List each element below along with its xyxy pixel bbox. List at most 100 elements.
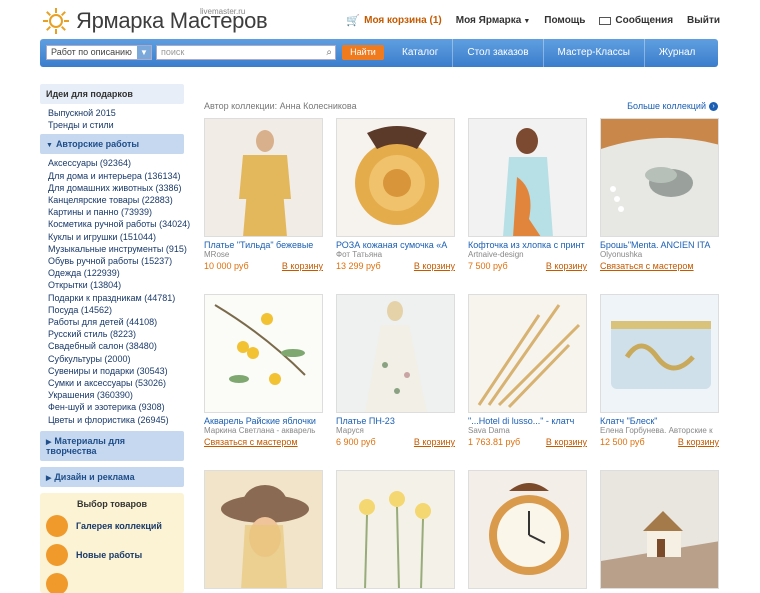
author-works-header[interactable]: ▼ Авторские работы: [40, 134, 184, 155]
more-collections-link[interactable]: Больше коллекций ›: [627, 101, 718, 111]
product-title[interactable]: Акварель Райские яблочки: [204, 416, 323, 426]
seller-name[interactable]: Фот Татьяна: [336, 250, 455, 259]
sidebar-category-item[interactable]: Куклы и игрушки (151044): [48, 231, 176, 243]
sidebar-category-item[interactable]: Работы для детей (44108): [48, 316, 176, 328]
triangle-right-icon: ▶: [46, 474, 52, 482]
product-image[interactable]: [336, 294, 455, 413]
chevron-down-icon: ▼: [137, 46, 151, 59]
contact-master-link[interactable]: Связаться с мастером: [600, 261, 694, 271]
product-image[interactable]: [600, 470, 719, 589]
product-card[interactable]: "...Hotel di lusso..." - клатч Sava Dama 1…: [468, 294, 587, 447]
sidebar-category-item[interactable]: Посуда (14562): [48, 304, 176, 316]
product-title[interactable]: Клатч "Блеск": [600, 416, 719, 426]
design-header[interactable]: ▶ Дизайн и реклама: [40, 466, 184, 487]
sidebar-category-item[interactable]: Обувь ручной работы (15237): [48, 255, 176, 267]
product-title[interactable]: Кофточка из хлопка с принт: [468, 240, 587, 250]
sidebar-category-item[interactable]: Свадебный салон (38480): [48, 340, 176, 352]
menu-catalog[interactable]: Каталог: [388, 39, 452, 67]
materials-header[interactable]: ▶ Материалы для творчества: [40, 430, 184, 461]
more-collections-label: Больше коллекций: [627, 101, 706, 111]
sidebar-category-item[interactable]: Одежда (122939): [48, 267, 176, 279]
product-card[interactable]: [600, 470, 719, 589]
product-image[interactable]: [468, 470, 587, 589]
gallery-icon: [46, 514, 68, 537]
product-image[interactable]: [336, 470, 455, 589]
product-image[interactable]: [468, 118, 587, 237]
product-card[interactable]: [468, 470, 587, 589]
product-card[interactable]: Кофточка из хлопка с принт Artnaive-desig…: [468, 118, 587, 271]
seller-name[interactable]: Маруся: [336, 426, 455, 435]
product-title[interactable]: Платье ПН-23: [336, 416, 455, 426]
seller-name[interactable]: Artnaive-design: [468, 250, 587, 259]
sidebar-category-item[interactable]: Открытки (13804): [48, 279, 176, 291]
search-input[interactable]: поиск ⌕: [156, 45, 336, 60]
product-image[interactable]: [204, 294, 323, 413]
menu-orders-table[interactable]: Стол заказов: [452, 39, 542, 67]
new-works-link[interactable]: Новые работы: [46, 543, 178, 566]
find-button[interactable]: Найти: [342, 45, 384, 60]
add-to-cart-link[interactable]: В корзину: [282, 261, 323, 271]
seller-name[interactable]: Olyonushka: [600, 250, 719, 259]
sidebar-item[interactable]: Выпускной 2015: [48, 107, 176, 119]
menu-master-classes[interactable]: Мастер-Классы: [542, 39, 644, 67]
product-title[interactable]: "...Hotel di lusso..." - клатч: [468, 416, 587, 426]
product-image[interactable]: [204, 470, 323, 589]
sidebar-category-item[interactable]: Для дома и интерьера (136134): [48, 170, 180, 182]
product-card[interactable]: РОЗА кожаная сумочка «А Фот Татьяна 13 299…: [336, 118, 455, 271]
product-footer: 10 000 руб В корзину: [204, 261, 323, 271]
sidebar-category-item[interactable]: Музыкальные инструменты (915): [48, 243, 187, 255]
product-title[interactable]: Платье "Тильда" бежевые: [204, 240, 323, 250]
seller-name[interactable]: Sava Dama: [468, 426, 587, 435]
my-fair-menu[interactable]: Моя Ярмарка ▼: [456, 15, 531, 26]
seller-name[interactable]: Елена Горбунева. Авторские к: [600, 426, 719, 435]
sidebar-category-item[interactable]: Канцелярские товары (22883): [48, 194, 176, 206]
messages-link[interactable]: Сообщения: [599, 15, 673, 26]
add-to-cart-link[interactable]: В корзину: [414, 261, 455, 271]
sidebar-item[interactable]: Тренды и стили: [48, 119, 176, 131]
author-works-list: Аксессуары (92364) Для дома и интерьера (…: [40, 154, 190, 428]
sidebar-category-item[interactable]: Цветы и флористика (26945): [48, 414, 176, 426]
product-card[interactable]: [204, 470, 323, 589]
sidebar-category-item[interactable]: Картины и панно (73939): [48, 206, 176, 218]
search-type-select[interactable]: Работ по описанию ▼: [46, 45, 152, 60]
gallery-link[interactable]: Галерея коллекций: [46, 514, 178, 537]
seller-name[interactable]: MRose: [204, 250, 323, 259]
logout-link[interactable]: Выйти: [687, 15, 720, 26]
product-card[interactable]: [336, 470, 455, 589]
sidebar-category-item[interactable]: Украшения (360390): [48, 389, 176, 401]
sidebar-category-item[interactable]: Фен-шуй и эзотерика (9308): [48, 401, 176, 413]
sidebar-category-item[interactable]: Косметика ручной работы (34024): [48, 218, 190, 230]
sidebar-category-item[interactable]: Подарки к праздникам (44781): [48, 292, 176, 304]
product-title[interactable]: РОЗА кожаная сумочка «А: [336, 240, 455, 250]
product-card[interactable]: Платье "Тильда" бежевые MRose 10 000 руб В …: [204, 118, 323, 271]
sidebar-category-item[interactable]: Для домашних животных (3386): [48, 182, 182, 194]
product-card[interactable]: Брошь"Menta. ANCIEN ITA Olyonushka Связать…: [600, 118, 719, 271]
product-image[interactable]: [468, 294, 587, 413]
menu-journal[interactable]: Журнал: [643, 39, 710, 67]
help-link[interactable]: Помощь: [544, 15, 585, 26]
sidebar-category-item[interactable]: Русский стиль (8223): [48, 328, 176, 340]
sidebar-category-item[interactable]: Аксессуары (92364): [48, 157, 176, 169]
product-card[interactable]: Акварель Райские яблочки Маркина Светлана…: [204, 294, 323, 447]
product-card[interactable]: Платье ПН-23 Маруся 6 900 руб В корзину: [336, 294, 455, 447]
cart-link[interactable]: 🛒 Моя корзина (1): [346, 14, 441, 27]
product-image[interactable]: [204, 118, 323, 237]
contact-master-link[interactable]: Связаться с мастером: [204, 437, 298, 447]
product-image[interactable]: [336, 118, 455, 237]
sidebar-category-item[interactable]: Субкультуры (2000): [48, 353, 176, 365]
sidebar-category-item[interactable]: Сувениры и подарки (30543): [48, 365, 176, 377]
add-to-cart-link[interactable]: В корзину: [546, 437, 587, 447]
sidebar-category-item[interactable]: Сумки и аксессуары (53026): [48, 377, 176, 389]
author-works-title: Авторские работы: [55, 139, 140, 150]
search-icon: ⌕: [326, 47, 332, 58]
product-price: 7 500 руб: [468, 261, 508, 271]
search-type-value: Работ по описанию: [51, 47, 132, 57]
product-card[interactable]: Клатч "Блеск" Елена Горбунева. Авторские …: [600, 294, 719, 447]
seller-name[interactable]: Маркина Светлана - акварель: [204, 426, 323, 435]
add-to-cart-link[interactable]: В корзину: [678, 437, 719, 447]
add-to-cart-link[interactable]: В корзину: [414, 437, 455, 447]
product-image[interactable]: [600, 118, 719, 237]
product-title[interactable]: Брошь"Menta. ANCIEN ITA: [600, 240, 719, 250]
add-to-cart-link[interactable]: В корзину: [546, 261, 587, 271]
product-image[interactable]: [600, 294, 719, 413]
